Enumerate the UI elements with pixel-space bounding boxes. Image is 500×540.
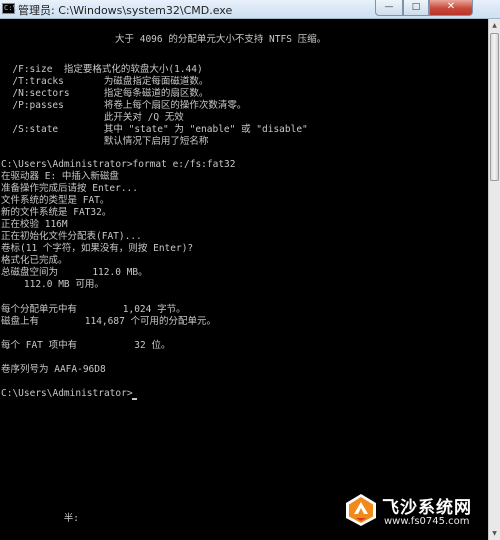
minimize-button[interactable]: — xyxy=(375,0,403,16)
console-line: 正在校验 116M xyxy=(1,219,68,230)
scroll-thumb[interactable] xyxy=(490,33,499,181)
console-output[interactable]: 大于 4096 的分配单元大小不支持 NTFS 压缩。 /F:size 指定要格式… xyxy=(0,19,488,540)
console-line: C:\Users\Administrator>format e:/fs:fat3… xyxy=(1,159,236,170)
console-line: /S:state 其中 "state" 为 "enable" 或 "disabl… xyxy=(12,124,308,135)
close-button[interactable]: ✕ xyxy=(429,0,473,16)
watermark-site-name: 飞沙系统网 xyxy=(382,498,472,518)
console-line: 卷序列号为 AAFA-96D8 xyxy=(1,364,106,375)
console-line: 在驱动器 E: 中插入新磁盘 xyxy=(1,171,119,182)
console-line: /N:sectors 指定每条磁道的扇区数。 xyxy=(12,88,209,99)
watermark-url: www.fs0745.com xyxy=(384,516,470,527)
console-line: 总磁盘空间为 112.0 MB。 xyxy=(1,267,148,278)
text-cursor xyxy=(132,398,138,400)
console-icon[interactable]: C:\ xyxy=(2,3,17,14)
scroll-up-icon[interactable]: ▲ xyxy=(489,20,500,31)
console-line: 新的文件系统是 FAT32。 xyxy=(1,207,112,218)
console-line: /T:tracks 为磁盘指定每面磁道数。 xyxy=(12,76,209,87)
console-line: 卷标(11 个字符，如果没有，则按 Enter)? xyxy=(1,243,194,254)
console-line: 此开关对 /Q 无效 xyxy=(12,112,184,123)
console-line: 文件系统的类型是 FAT。 xyxy=(1,195,110,206)
console-line: 大于 4096 的分配单元大小不支持 NTFS 压缩。 xyxy=(115,34,327,45)
console-line: 半: xyxy=(63,513,79,524)
console-line: /F:size 指定要格式化的软盘大小(1.44) xyxy=(12,64,203,75)
maximize-button[interactable]: □ xyxy=(403,0,429,16)
window-title: 管理员: C:\Windows\system32\CMD.exe xyxy=(18,4,233,17)
watermark-logo-icon xyxy=(346,494,376,526)
console-line: 磁盘上有 114,687 个可用的分配单元。 xyxy=(1,316,217,327)
site-watermark: 飞沙系统网 www.fs0745.com xyxy=(344,492,494,538)
vertical-scrollbar[interactable]: ▲ ▼ xyxy=(488,19,500,540)
console-line: 格式化已完成。 xyxy=(1,255,68,266)
console-line: C:\Users\Administrator> xyxy=(1,388,133,399)
console-line: 112.0 MB 可用。 xyxy=(1,279,104,290)
console-line: /P:passes 将卷上每个扇区的操作次数清零。 xyxy=(12,100,247,111)
console-line: 默认情况下启用了短名称 xyxy=(12,136,209,147)
console-line: 正在初始化文件分配表(FAT)... xyxy=(1,231,142,242)
console-line: 准备操作完成后请按 Enter... xyxy=(1,183,138,194)
console-line: 每个 FAT 项中有 32 位。 xyxy=(1,340,171,351)
title-bar[interactable]: C:\ 管理员: C:\Windows\system32\CMD.exe — □… xyxy=(0,0,500,19)
console-line: 每个分配单元中有 1,024 字节。 xyxy=(1,304,186,315)
